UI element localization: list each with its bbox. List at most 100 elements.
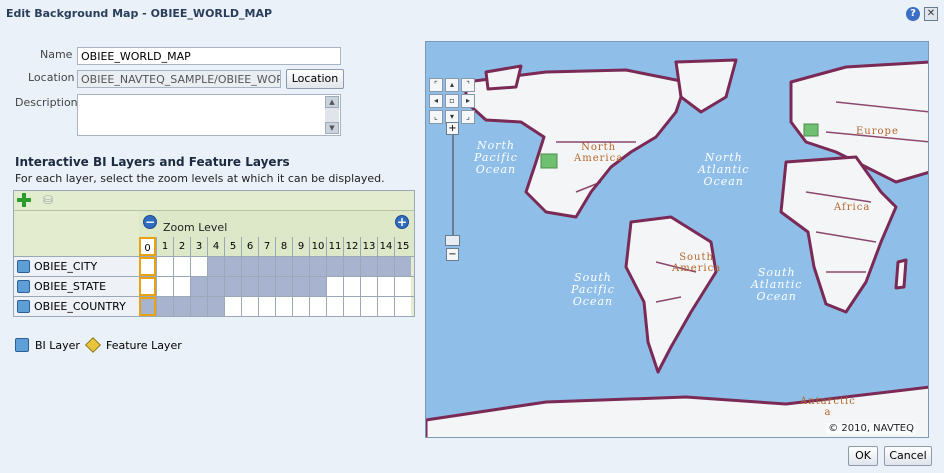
pan-ne-icon[interactable]: ⌝ — [461, 78, 475, 92]
zoom-cell[interactable] — [258, 257, 275, 276]
zoom-level-10[interactable]: 10 — [309, 237, 326, 256]
zoom-cell[interactable] — [224, 257, 241, 276]
pan-up-icon[interactable]: ▴ — [445, 78, 459, 92]
layer-row[interactable]: OBIEE_COUNTRY — [14, 296, 414, 316]
layer-name-text: OBIEE_STATE — [34, 280, 107, 293]
zoom-level-8[interactable]: 8 — [275, 237, 292, 256]
zoom-cell[interactable] — [377, 257, 394, 276]
zoom-cell[interactable] — [292, 297, 309, 316]
pan-center-icon[interactable]: ▫ — [445, 94, 459, 108]
zoom-cell[interactable] — [394, 297, 411, 316]
zoom-cell[interactable] — [394, 277, 411, 296]
location-button[interactable]: Location — [286, 69, 344, 89]
zoom-cell[interactable] — [173, 257, 190, 276]
layer-row[interactable]: OBIEE_CITY — [14, 256, 414, 276]
description-textarea[interactable]: ▲ ▼ — [77, 94, 341, 136]
cancel-button[interactable]: Cancel — [884, 446, 932, 466]
zoom-cell[interactable] — [275, 257, 292, 276]
zoom-cell[interactable] — [343, 277, 360, 296]
zoom-level-6[interactable]: 6 — [241, 237, 258, 256]
map-zoom-in-icon[interactable]: + — [446, 122, 459, 135]
zoom-cell[interactable] — [207, 257, 224, 276]
map-zoom-slider-thumb[interactable] — [445, 235, 460, 246]
pan-right-icon[interactable]: ▸ — [461, 94, 475, 108]
zoom-level-2[interactable]: 2 — [173, 237, 190, 256]
zoom-cell[interactable] — [360, 257, 377, 276]
zoom-cell[interactable] — [207, 277, 224, 296]
map-zoom-out-icon[interactable]: − — [446, 248, 459, 261]
zoom-cell[interactable] — [326, 257, 343, 276]
zoom-level-11[interactable]: 11 — [326, 237, 343, 256]
zoom-cell[interactable] — [258, 277, 275, 296]
scroll-up-icon[interactable]: ▲ — [325, 96, 339, 108]
scroll-down-icon[interactable]: ▼ — [325, 122, 339, 134]
zoom-level-12[interactable]: 12 — [343, 237, 360, 256]
zoom-cell[interactable] — [224, 297, 241, 316]
zoom-cell[interactable] — [156, 277, 173, 296]
zoom-cell[interactable] — [173, 277, 190, 296]
zoom-cell[interactable] — [258, 297, 275, 316]
ok-button[interactable]: OK — [848, 446, 878, 466]
layer-row[interactable]: OBIEE_STATE — [14, 276, 414, 296]
zoom-cell[interactable] — [139, 257, 156, 276]
dialog-title: Edit Background Map - OBIEE_WORLD_MAP — [6, 7, 273, 20]
zoom-cell[interactable] — [156, 257, 173, 276]
zoom-cell[interactable] — [139, 277, 156, 296]
zoom-cell[interactable] — [156, 297, 173, 316]
zoom-cell[interactable] — [224, 277, 241, 296]
zoom-cell[interactable] — [309, 297, 326, 316]
label-africa: Africa — [834, 202, 871, 213]
zoom-cell[interactable] — [241, 297, 258, 316]
zoom-cell[interactable] — [292, 277, 309, 296]
layer-name: OBIEE_STATE — [14, 277, 139, 296]
zoom-level-13[interactable]: 13 — [360, 237, 377, 256]
zoom-cell[interactable] — [139, 297, 156, 316]
pan-se-icon[interactable]: ⌟ — [461, 110, 475, 124]
zoom-level-3[interactable]: 3 — [190, 237, 207, 256]
pan-nw-icon[interactable]: ⌜ — [429, 78, 443, 92]
zoom-cell[interactable] — [190, 277, 207, 296]
zoom-cell[interactable] — [343, 257, 360, 276]
pan-left-icon[interactable]: ◂ — [429, 94, 443, 108]
zoom-cell[interactable] — [377, 277, 394, 296]
zoom-cell[interactable] — [241, 257, 258, 276]
zoom-level-5[interactable]: 5 — [224, 237, 241, 256]
map-preview[interactable]: North Pacific Ocean North America North … — [425, 41, 929, 438]
label-north-pacific: North Pacific Ocean — [474, 139, 518, 176]
zoom-level-15[interactable]: 15 — [394, 237, 411, 256]
name-input[interactable]: OBIEE_WORLD_MAP — [77, 47, 341, 65]
remove-layer-icon[interactable]: ⛁ — [43, 193, 59, 207]
zoom-cell[interactable] — [309, 277, 326, 296]
zoom-cell[interactable] — [360, 297, 377, 316]
zoom-in-icon[interactable]: + — [395, 215, 409, 229]
zoom-level-4[interactable]: 4 — [207, 237, 224, 256]
zoom-cell[interactable] — [326, 277, 343, 296]
help-icon[interactable]: ? — [906, 7, 920, 21]
scrollbar-track[interactable] — [325, 108, 339, 122]
zoom-level-7[interactable]: 7 — [258, 237, 275, 256]
zoom-cell[interactable] — [275, 277, 292, 296]
zoom-cell[interactable] — [275, 297, 292, 316]
zoom-cell[interactable] — [207, 297, 224, 316]
zoom-cell[interactable] — [309, 257, 326, 276]
zoom-cell[interactable] — [190, 257, 207, 276]
zoom-cell[interactable] — [343, 297, 360, 316]
zoom-cell[interactable] — [190, 297, 207, 316]
zoom-cell[interactable] — [173, 297, 190, 316]
zoom-level-0[interactable]: 0 — [139, 237, 156, 256]
zoom-level-9[interactable]: 9 — [292, 237, 309, 256]
label-north-america: North America — [574, 142, 624, 164]
zoom-cell[interactable] — [326, 297, 343, 316]
zoom-level-1[interactable]: 1 — [156, 237, 173, 256]
zoom-level-14[interactable]: 14 — [377, 237, 394, 256]
close-icon[interactable]: ✕ — [924, 7, 938, 21]
zoom-out-icon[interactable]: − — [143, 215, 157, 229]
add-layer-icon[interactable] — [17, 193, 31, 207]
zoom-cell[interactable] — [292, 257, 309, 276]
zoom-cell[interactable] — [241, 277, 258, 296]
zoom-cell[interactable] — [360, 277, 377, 296]
zoom-cell[interactable] — [394, 257, 411, 276]
pan-sw-icon[interactable]: ⌞ — [429, 110, 443, 124]
map-zoom-slider-track[interactable] — [452, 126, 454, 236]
zoom-cell[interactable] — [377, 297, 394, 316]
